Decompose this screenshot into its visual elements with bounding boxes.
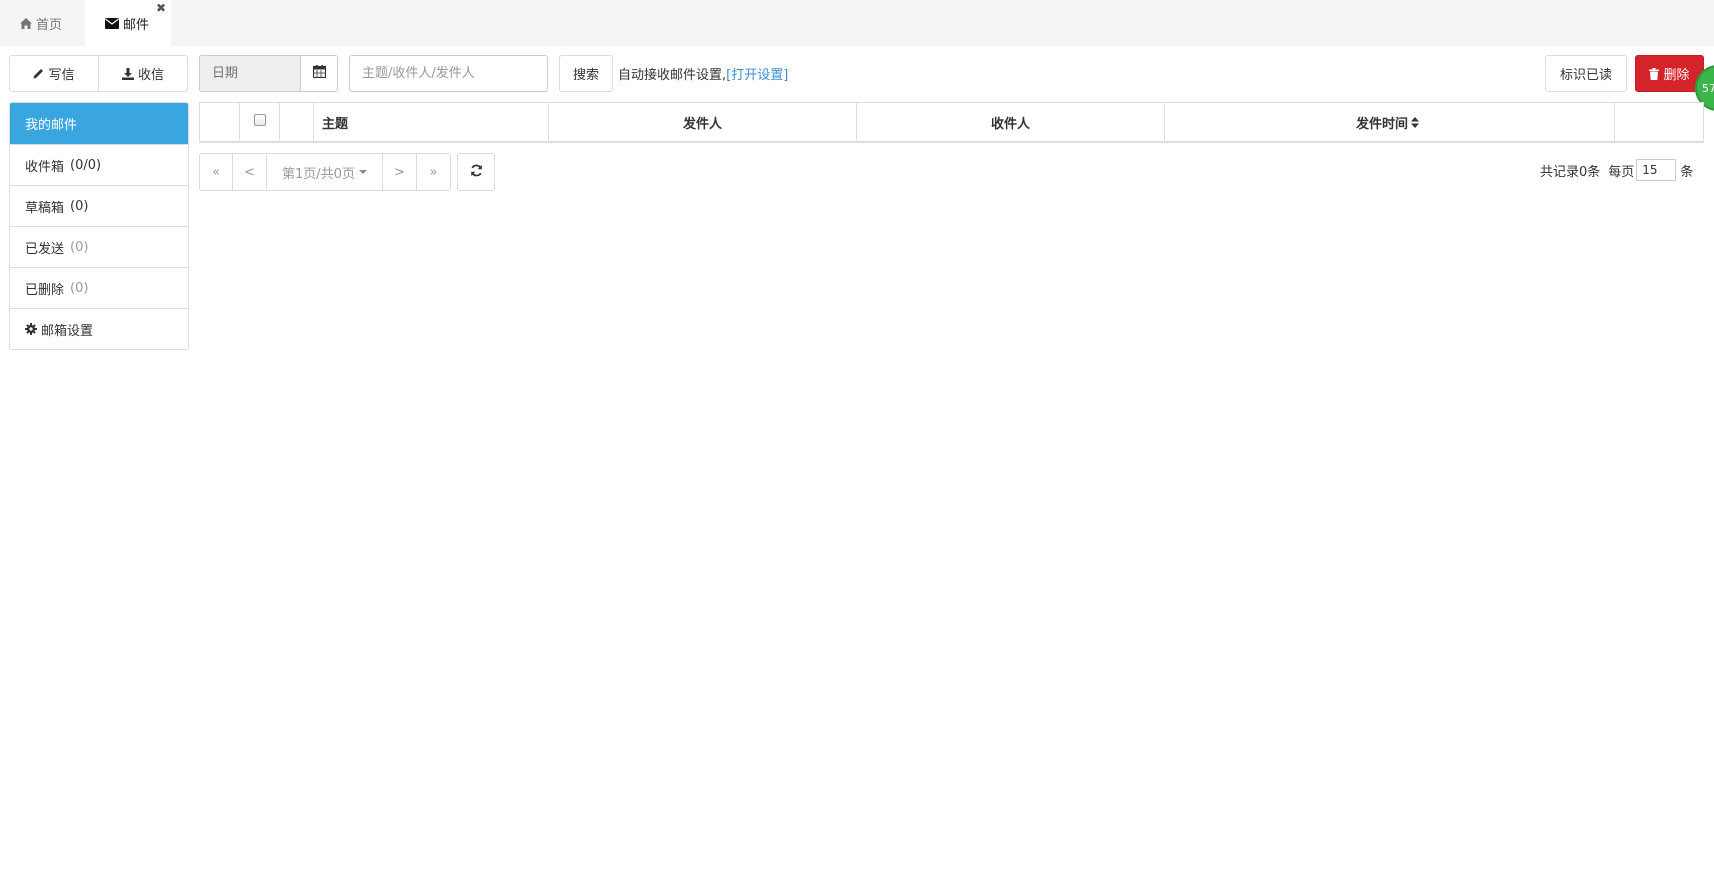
receive-button[interactable]: 收信 [98, 55, 188, 92]
column-select [240, 103, 280, 141]
caret-down-icon [358, 170, 367, 174]
column-send-time[interactable]: 发件时间 [1165, 103, 1615, 141]
delete-button[interactable]: 删除 [1635, 55, 1704, 92]
tab-bar: 首页 邮件 ✖ [0, 0, 1714, 46]
date-input[interactable] [199, 55, 301, 92]
sidebar-item-label: 已删除 [25, 282, 65, 298]
tab-mail[interactable]: 邮件 ✖ [85, 0, 171, 46]
per-page-unit: 条 [1680, 164, 1694, 180]
column-subject[interactable]: 主题 [314, 103, 549, 141]
sidebar-item-sent[interactable]: 已发送 (0) [10, 226, 188, 267]
sidebar-item-label: 草稿箱 [25, 200, 65, 216]
calendar-button[interactable] [300, 55, 338, 92]
auto-receive-note: 自动接收邮件设置,[打开设置] [618, 64, 788, 83]
tab-home[interactable]: 首页 [8, 0, 74, 46]
column-send-time-label: 发件时间 [1355, 116, 1408, 132]
calendar-icon [312, 65, 326, 82]
last-page-button[interactable]: » [416, 153, 451, 191]
tab-home-label: 首页 [36, 17, 63, 33]
search-button[interactable]: 搜索 [559, 55, 613, 92]
sidebar-item-inbox[interactable]: 收件箱 (0/0) [10, 144, 188, 185]
column-recipient[interactable]: 收件人 [857, 103, 1165, 141]
mailbox-sidebar: 我的邮件 收件箱 (0/0) 草稿箱 (0) 已发送 (0) 已删除 (0) 邮… [9, 102, 189, 350]
envelope-icon [105, 17, 119, 29]
sidebar-item-count: (0) [70, 239, 89, 255]
first-page-button[interactable]: « [199, 153, 233, 191]
compose-button[interactable]: 写信 [9, 55, 99, 92]
search-input[interactable] [349, 55, 548, 92]
tab-mail-label: 邮件 [123, 17, 150, 33]
per-page-label: 每页 [1608, 164, 1635, 180]
per-page-input[interactable] [1636, 159, 1677, 181]
total-records: 共记录0条 [1540, 164, 1601, 180]
prev-page-button[interactable]: < [232, 153, 267, 191]
sidebar-item-count: (0/0) [70, 157, 102, 173]
sidebar-item-deleted[interactable]: 已删除 (0) [10, 267, 188, 308]
close-icon[interactable]: ✖ [156, 2, 166, 14]
column-index [200, 103, 240, 141]
refresh-icon [470, 164, 483, 181]
auto-receive-text: 自动接收邮件设置, [618, 68, 727, 83]
sidebar-item-label: 收件箱 [25, 159, 65, 175]
compose-label: 写信 [48, 68, 75, 83]
page-info: 第1页/共0页 [282, 166, 355, 182]
trash-icon [1649, 67, 1660, 80]
pagination: « < 第1页/共0页 > » [199, 153, 451, 191]
sidebar-item-label: 邮箱设置 [41, 323, 94, 339]
pencil-icon [33, 68, 44, 79]
sidebar-item-label: 已发送 [25, 241, 65, 257]
mark-read-button[interactable]: 标识已读 [1545, 55, 1627, 92]
next-page-button[interactable]: > [382, 153, 417, 191]
sidebar-item-drafts[interactable]: 草稿箱 (0) [10, 185, 188, 226]
receive-label: 收信 [137, 68, 164, 83]
sidebar-item-count: (0) [70, 198, 89, 214]
column-actions [1615, 103, 1703, 141]
select-all-checkbox[interactable] [253, 114, 266, 126]
mail-table-header: 主题 发件人 收件人 发件时间 [199, 102, 1704, 143]
column-attachment [280, 103, 314, 141]
pager-summary: 共记录0条 每页 条 [1540, 159, 1693, 181]
open-settings-link[interactable]: [打开设置] [726, 68, 788, 83]
sort-icon [1411, 116, 1419, 128]
gear-icon [25, 323, 37, 335]
column-sender[interactable]: 发件人 [549, 103, 857, 141]
delete-label: 删除 [1663, 68, 1690, 83]
page-selector[interactable]: 第1页/共0页 [266, 153, 383, 191]
download-icon [121, 67, 134, 80]
sidebar-item-count: (0) [70, 280, 89, 296]
sidebar-item-settings[interactable]: 邮箱设置 [10, 308, 188, 349]
sidebar-header[interactable]: 我的邮件 [10, 103, 188, 144]
refresh-button[interactable] [457, 153, 495, 191]
home-icon [20, 17, 32, 29]
